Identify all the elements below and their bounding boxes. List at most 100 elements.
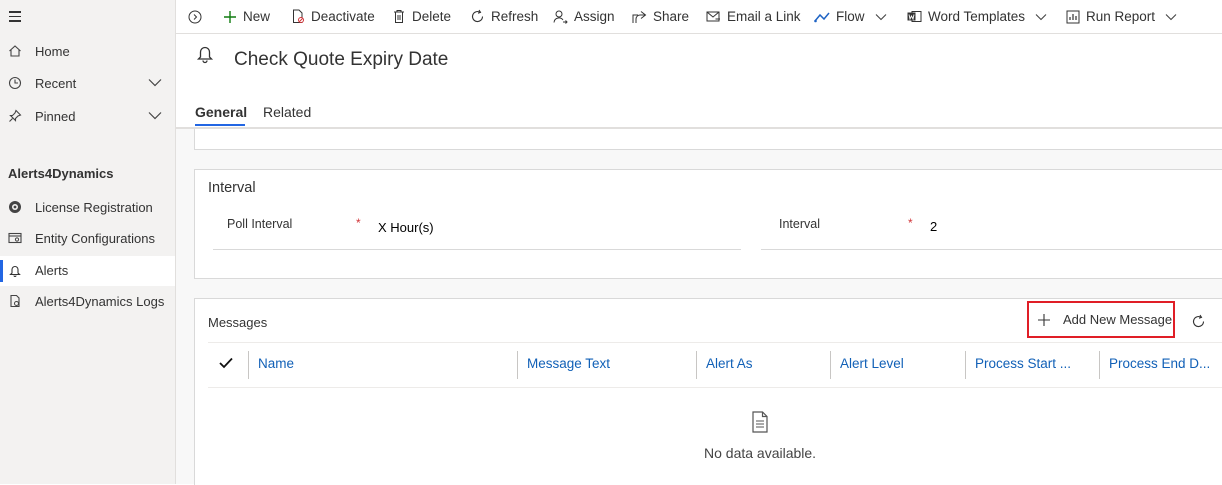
column-header-name[interactable]: Name <box>258 356 294 371</box>
log-icon <box>8 294 24 310</box>
entity-config-icon <box>8 231 24 247</box>
sidebar-item-pinned[interactable]: Pinned <box>0 102 175 132</box>
email-link-button[interactable]: Email a Link <box>706 0 801 33</box>
record-title: Check Quote Expiry Date <box>234 49 449 70</box>
trash-icon <box>394 10 404 23</box>
report-icon <box>1066 10 1080 23</box>
tab-general[interactable]: General <box>195 104 247 120</box>
home-icon <box>8 44 24 60</box>
poll-interval-field[interactable]: X Hour(s) <box>378 220 434 235</box>
clock-icon <box>8 76 24 92</box>
chevron-down-icon <box>1165 13 1177 20</box>
column-separator[interactable] <box>1099 351 1100 379</box>
sidebar-item-label: Alerts4Dynamics Logs <box>35 294 165 309</box>
refresh-icon[interactable] <box>1191 314 1206 329</box>
sidebar-item-label: License Registration <box>35 200 153 215</box>
word-templates-button[interactable]: Word Templates <box>907 0 1053 33</box>
deactivate-button[interactable]: Deactivate <box>291 0 375 33</box>
column-separator[interactable] <box>830 351 831 379</box>
select-all-checkmark-icon[interactable] <box>219 357 233 369</box>
deactivate-button-label: Deactivate <box>311 9 375 24</box>
active-tab-indicator <box>195 124 245 126</box>
share-icon <box>632 10 647 23</box>
previous-section-fragment <box>194 129 1222 150</box>
column-header-process-end[interactable]: Process End D... <box>1109 356 1210 371</box>
grid-header-top-border <box>208 342 1222 343</box>
refresh-button[interactable]: Refresh <box>470 0 538 33</box>
sidebar-item-home[interactable]: Home <box>0 37 175 67</box>
grid-header-bottom-border <box>208 387 1222 388</box>
add-new-message-label: Add New Message <box>1063 312 1173 327</box>
column-header-process-start[interactable]: Process Start ... <box>975 356 1071 371</box>
pin-icon <box>8 109 24 125</box>
assign-button-label: Assign <box>574 9 615 24</box>
plus-icon <box>224 10 236 23</box>
command-bar: New Deactivate Delete Refresh Assign Sha… <box>176 0 1222 34</box>
sidebar-item-label: Pinned <box>35 109 76 124</box>
column-separator[interactable] <box>965 351 966 379</box>
column-separator[interactable] <box>248 351 249 379</box>
column-header-alert-as[interactable]: Alert As <box>706 356 753 371</box>
sidebar-item-license-registration[interactable]: License Registration <box>0 193 175 223</box>
word-templates-button-label: Word Templates <box>928 9 1026 24</box>
column-separator[interactable] <box>696 351 697 379</box>
chevron-down-icon <box>875 13 886 20</box>
poll-interval-label: Poll Interval <box>227 217 293 231</box>
field-underline <box>761 249 1222 250</box>
refresh-icon <box>471 9 484 23</box>
email-icon <box>706 11 720 22</box>
column-separator[interactable] <box>517 351 518 379</box>
column-header-message-text[interactable]: Message Text <box>527 356 610 371</box>
chevron-down-icon <box>1035 13 1047 20</box>
delete-button[interactable]: Delete <box>392 0 451 33</box>
plus-icon <box>1038 313 1050 326</box>
interval-label: Interval <box>779 217 820 231</box>
assign-icon <box>553 10 568 24</box>
sidebar-item-label: Entity Configurations <box>35 231 155 246</box>
document-icon <box>751 411 769 433</box>
word-icon <box>907 11 922 22</box>
new-button[interactable]: New <box>223 0 270 33</box>
bell-icon <box>196 44 214 64</box>
chevron-down-icon[interactable] <box>148 111 162 120</box>
share-button[interactable]: Share <box>632 0 689 33</box>
required-indicator: * <box>356 216 361 230</box>
license-icon <box>8 200 24 216</box>
run-report-button[interactable]: Run Report <box>1066 0 1183 33</box>
flow-icon <box>814 12 830 22</box>
section-title: Messages <box>208 315 268 330</box>
interval-section: Interval Poll Interval * X Hour(s) Inter… <box>194 169 1222 279</box>
back-button[interactable] <box>188 0 208 33</box>
sidebar-item-recent[interactable]: Recent <box>0 69 175 99</box>
tab-related[interactable]: Related <box>263 104 311 120</box>
sidebar: Home Recent Pinned Alerts4Dynamics Licen… <box>0 0 176 484</box>
messages-section: Messages Add New Message Name Message Te… <box>194 298 1222 485</box>
sidebar-item-label: Recent <box>35 76 77 91</box>
section-title: Interval <box>208 180 256 196</box>
refresh-button-label: Refresh <box>491 9 539 24</box>
run-report-button-label: Run Report <box>1086 9 1156 24</box>
flow-button-label: Flow <box>836 9 865 24</box>
sidebar-item-alerts[interactable]: Alerts <box>0 256 175 286</box>
interval-field[interactable]: 2 <box>930 219 937 234</box>
required-indicator: * <box>908 216 913 230</box>
hamburger-menu-icon[interactable] <box>9 11 21 22</box>
deactivate-icon <box>293 9 304 23</box>
area-title: Alerts4Dynamics <box>8 166 114 181</box>
new-button-label: New <box>243 9 271 24</box>
column-header-alert-level[interactable]: Alert Level <box>840 356 904 371</box>
sidebar-item-alerts4dynamics-logs[interactable]: Alerts4Dynamics Logs <box>0 287 175 317</box>
sidebar-item-entity-configurations[interactable]: Entity Configurations <box>0 224 175 254</box>
assign-button[interactable]: Assign <box>553 0 615 33</box>
chevron-down-icon[interactable] <box>148 78 162 87</box>
back-circle-icon <box>188 10 202 23</box>
sidebar-item-label: Home <box>35 44 70 59</box>
sidebar-item-label: Alerts <box>35 263 69 278</box>
delete-button-label: Delete <box>412 9 452 24</box>
add-new-message-button[interactable]: Add New Message <box>1027 301 1175 338</box>
empty-state-text: No data available. <box>704 445 817 461</box>
bell-icon <box>8 263 24 279</box>
field-underline <box>213 249 741 250</box>
flow-button[interactable]: Flow <box>814 0 893 33</box>
email-link-button-label: Email a Link <box>727 9 801 24</box>
